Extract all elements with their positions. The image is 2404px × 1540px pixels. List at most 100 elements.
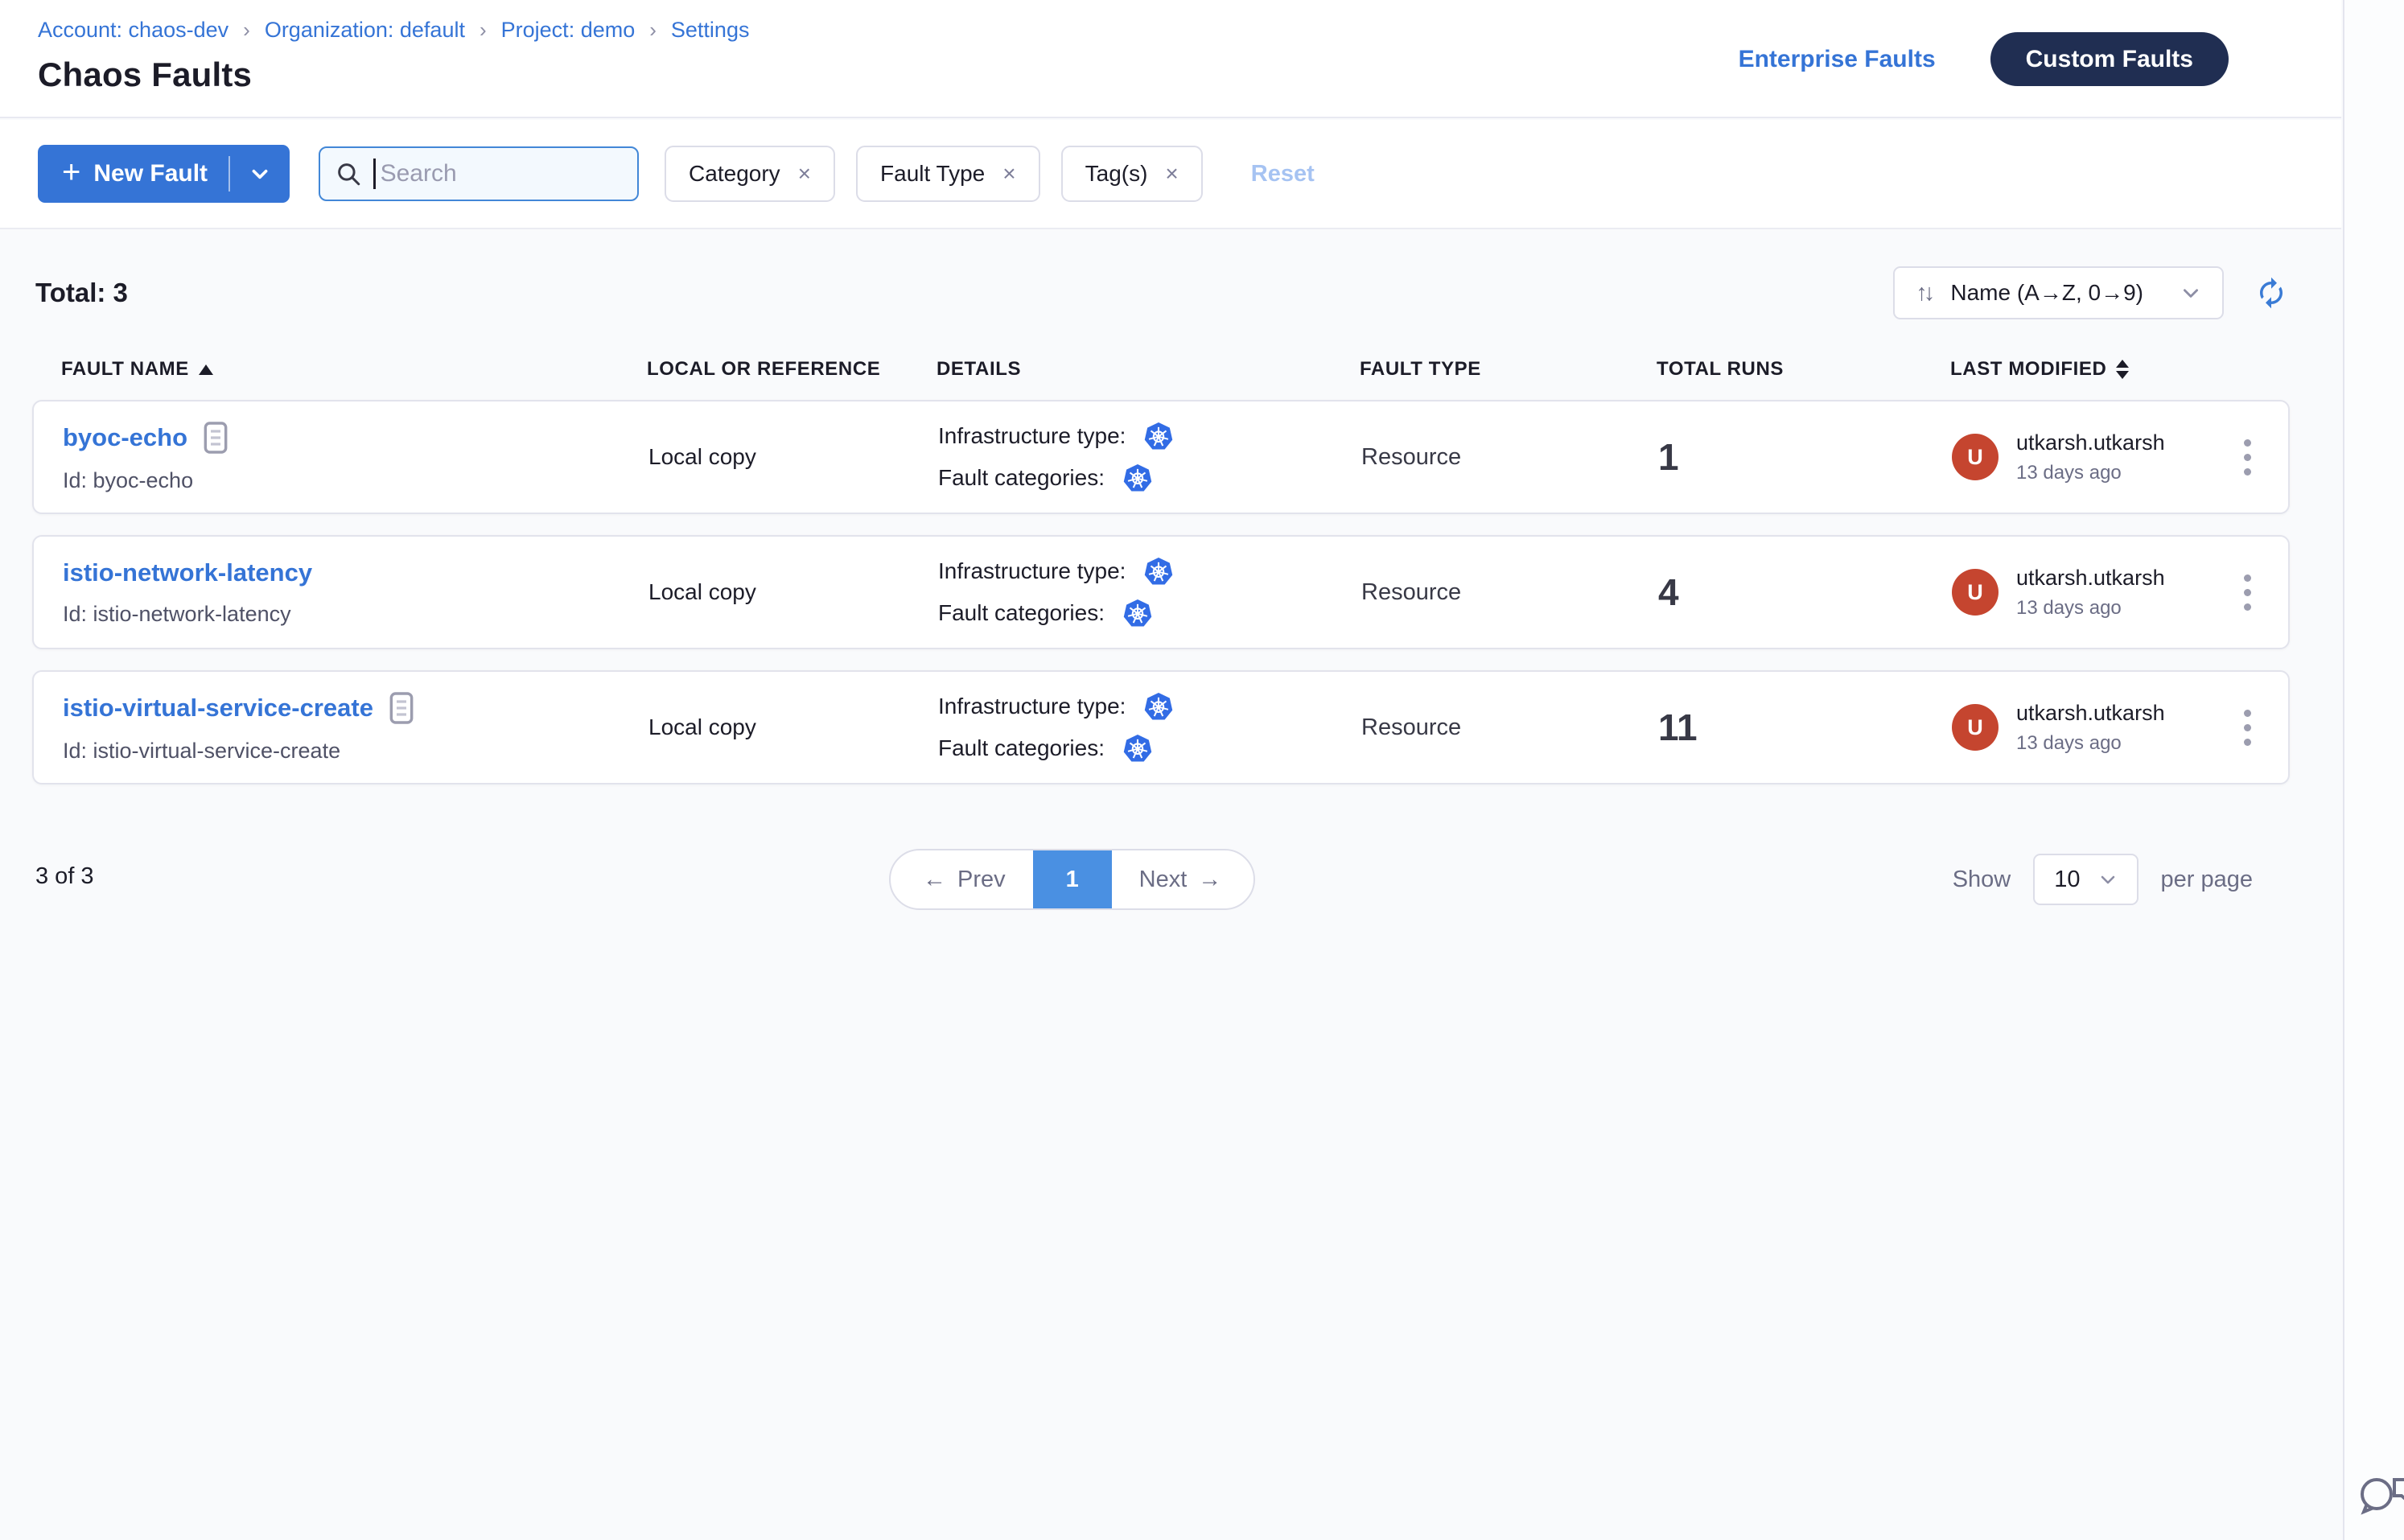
avatar: U	[1952, 704, 1999, 751]
local-or-reference-value: Local copy	[648, 579, 938, 605]
next-page-button[interactable]: Next →	[1112, 850, 1254, 908]
kubernetes-icon	[1143, 691, 1174, 722]
refresh-icon	[2254, 276, 2288, 310]
new-fault-label: New Fault	[93, 160, 208, 187]
row-menu-button[interactable]	[2236, 431, 2259, 484]
close-icon[interactable]: ×	[1165, 163, 1178, 185]
local-or-reference-value: Local copy	[648, 714, 938, 740]
page-size-value: 10	[2054, 867, 2080, 893]
fault-categories-label: Fault categories:	[938, 600, 1105, 626]
column-header-total-runs: TOTAL RUNS	[1657, 358, 1950, 381]
column-header-details: DETAILS	[936, 358, 1360, 381]
filter-chip-label: Category	[689, 161, 780, 187]
manifest-document-icon[interactable]	[389, 692, 414, 724]
kubernetes-icon	[1143, 421, 1174, 451]
modified-by: utkarsh.utkarsh	[2016, 566, 2165, 591]
breadcrumb-account-link[interactable]: Account: chaos-dev	[38, 18, 228, 43]
new-fault-button[interactable]: + New Fault	[38, 145, 290, 203]
search-box	[319, 146, 639, 201]
breadcrumb-separator: ›	[478, 18, 488, 43]
fault-id: Id: byoc-echo	[63, 468, 648, 493]
close-icon[interactable]: ×	[1002, 163, 1015, 185]
filter-chip-category[interactable]: Category ×	[665, 146, 835, 202]
filter-chip-fault-type[interactable]: Fault Type ×	[856, 146, 1040, 202]
kubernetes-icon	[1122, 598, 1153, 628]
filter-chip-tags[interactable]: Tag(s) ×	[1061, 146, 1203, 202]
column-header-fault-type: FAULT TYPE	[1360, 358, 1657, 381]
modified-date: 13 days ago	[2016, 732, 2165, 755]
fault-id: Id: istio-virtual-service-create	[63, 739, 648, 764]
column-header-fault-name[interactable]: FAULT NAME	[61, 358, 647, 381]
enterprise-faults-link[interactable]: Enterprise Faults	[1739, 46, 1936, 73]
fault-categories-label: Fault categories:	[938, 465, 1105, 491]
search-icon	[335, 160, 362, 187]
right-rail	[2343, 0, 2404, 1540]
sort-both-icon	[2116, 360, 2129, 379]
sort-dropdown[interactable]: ↑↓ Name (A→Z, 0→9)	[1893, 266, 2224, 319]
column-header-local-or-reference: LOCAL OR REFERENCE	[647, 358, 936, 381]
sort-dropdown-value: Name (A→Z, 0→9)	[1950, 280, 2143, 306]
avatar: U	[1952, 569, 1999, 616]
page-header: Account: chaos-dev › Organization: defau…	[0, 0, 2341, 118]
arrow-left-icon: ←	[923, 867, 946, 893]
local-or-reference-value: Local copy	[648, 444, 938, 470]
fault-name-link[interactable]: istio-network-latency	[63, 558, 312, 587]
chevron-down-icon	[2180, 282, 2201, 303]
filter-chip-label: Fault Type	[880, 161, 985, 187]
kubernetes-icon	[1122, 463, 1153, 493]
breadcrumb-organization-link[interactable]: Organization: default	[265, 18, 465, 43]
arrow-right-icon: →	[1198, 867, 1221, 893]
search-input[interactable]	[381, 160, 623, 187]
breadcrumb-project-link[interactable]: Project: demo	[501, 18, 636, 43]
sort-ascending-icon	[199, 364, 213, 375]
infrastructure-type-label: Infrastructure type:	[938, 694, 1126, 719]
custom-faults-button[interactable]: Custom Faults	[1990, 32, 2229, 86]
per-page-label: per page	[2161, 867, 2254, 893]
chevron-down-icon	[2098, 870, 2118, 889]
text-caret	[373, 159, 376, 189]
fault-type-value: Resource	[1361, 714, 1658, 741]
new-fault-dropdown-toggle[interactable]	[230, 163, 290, 184]
chat-bubbles-icon	[2354, 1472, 2404, 1525]
kubernetes-icon	[1122, 733, 1153, 764]
kubernetes-icon	[1143, 556, 1174, 587]
fault-name-link[interactable]: istio-virtual-service-create	[63, 694, 373, 723]
plus-icon: +	[62, 156, 80, 188]
fault-row: byoc-echo Id: byoc-echo Local copy Infra…	[32, 400, 2290, 514]
toolbar: + New Fault Category × Fault Type × Tag(…	[0, 120, 2341, 229]
page-number-button[interactable]: 1	[1033, 850, 1112, 908]
filter-chip-label: Tag(s)	[1085, 161, 1148, 187]
prev-page-button[interactable]: ← Prev	[891, 850, 1033, 908]
refresh-button[interactable]	[2254, 276, 2288, 310]
close-icon[interactable]: ×	[798, 163, 811, 185]
total-count: Total: 3	[35, 278, 128, 308]
fault-categories-label: Fault categories:	[938, 735, 1105, 761]
breadcrumb-separator: ›	[241, 18, 252, 43]
total-runs-value: 11	[1658, 706, 1952, 749]
row-menu-button[interactable]	[2236, 702, 2259, 754]
row-menu-button[interactable]	[2236, 566, 2259, 619]
modified-date: 13 days ago	[2016, 462, 2165, 484]
fault-row: istio-network-latency Id: istio-network-…	[32, 535, 2290, 649]
page-size-dropdown[interactable]: 10	[2033, 854, 2138, 905]
infrastructure-type-label: Infrastructure type:	[938, 423, 1126, 449]
fault-id: Id: istio-network-latency	[63, 602, 648, 627]
manifest-document-icon[interactable]	[204, 422, 228, 454]
fault-name-link[interactable]: byoc-echo	[63, 423, 187, 452]
modified-by: utkarsh.utkarsh	[2016, 701, 2165, 726]
reset-filters-button[interactable]: Reset	[1251, 161, 1315, 187]
fault-row: istio-virtual-service-create Id: istio-v…	[32, 670, 2290, 784]
table-header-row: FAULT NAME LOCAL OR REFERENCE DETAILS FA…	[32, 347, 2290, 392]
show-label: Show	[1953, 867, 2011, 893]
fault-type-value: Resource	[1361, 444, 1658, 471]
infrastructure-type-label: Infrastructure type:	[938, 558, 1126, 584]
breadcrumb-settings-link[interactable]: Settings	[671, 18, 750, 43]
breadcrumb-separator: ›	[648, 18, 658, 43]
pagination: 3 of 3 ← Prev 1 Next → Show 10 per page	[0, 849, 2341, 913]
avatar: U	[1952, 434, 1999, 480]
pagination-summary: 3 of 3	[35, 863, 94, 890]
modified-date: 13 days ago	[2016, 597, 2165, 620]
column-header-last-modified[interactable]: LAST MODIFIED	[1950, 358, 2204, 381]
chat-assistant-button[interactable]	[2354, 1472, 2404, 1527]
chevron-down-icon	[249, 163, 270, 184]
